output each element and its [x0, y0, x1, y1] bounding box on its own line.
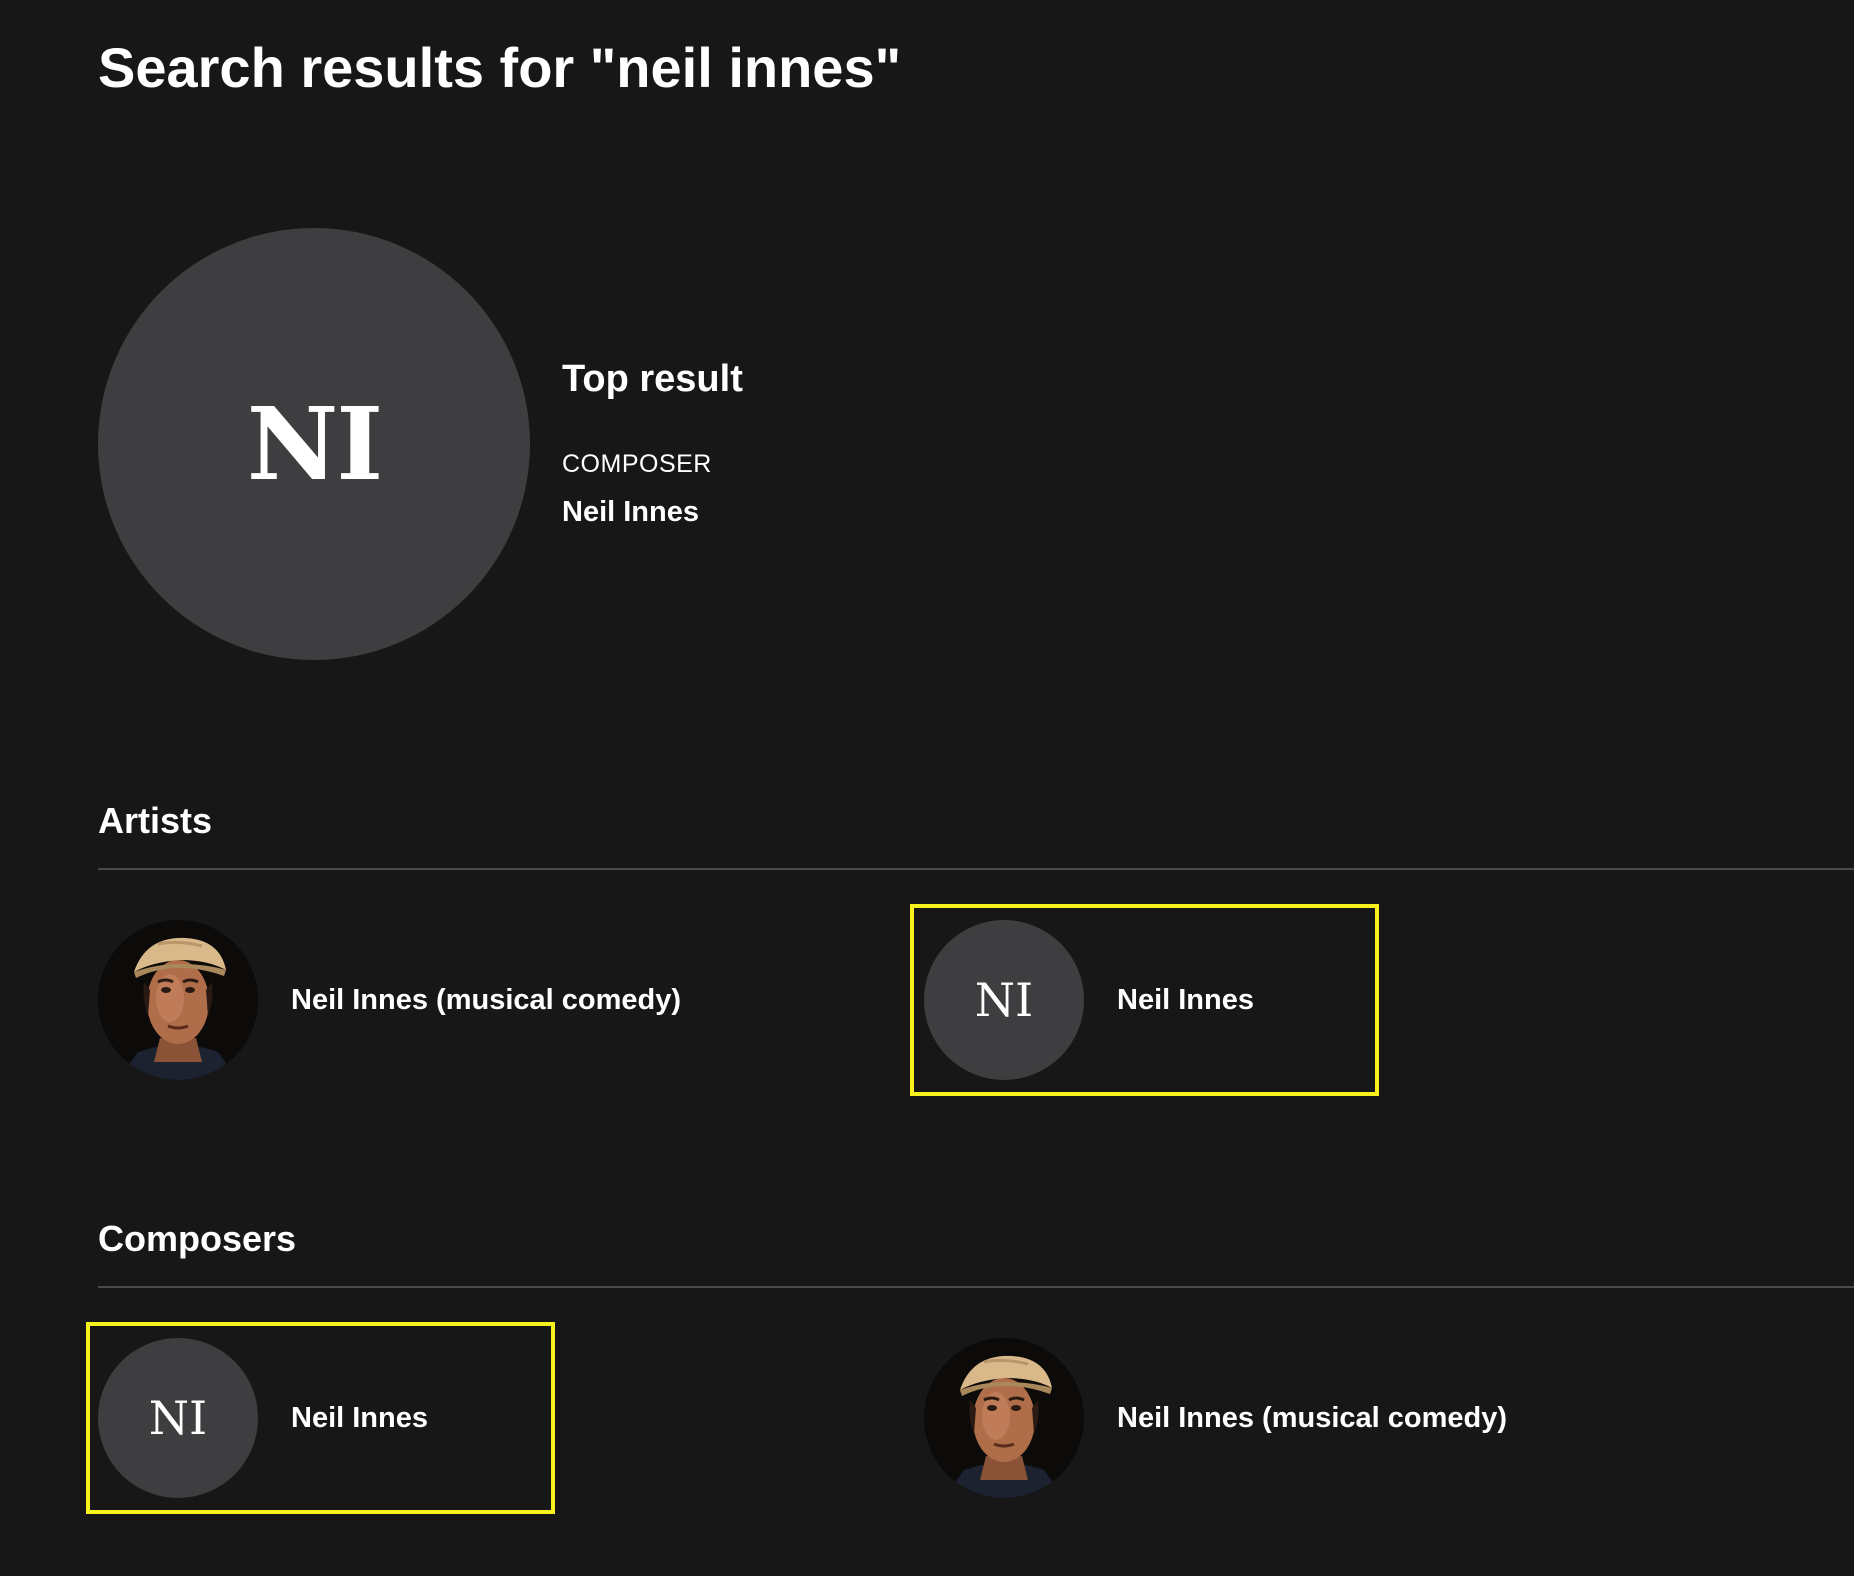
top-result-card[interactable]: NI Top result COMPOSER Neil Innes [98, 228, 998, 660]
artist-name: Neil Innes [1117, 983, 1254, 1016]
composer-name: Neil Innes (musical comedy) [1117, 1401, 1508, 1434]
composer-item-neil-innes-musical-comedy[interactable]: Neil Innes (musical comedy) [924, 1338, 1684, 1498]
composer-photo-avatar [924, 1338, 1084, 1498]
composers-divider [98, 1286, 1854, 1288]
search-results-page: Search results for "neil innes" NI Top r… [0, 0, 1854, 1576]
top-result-heading: Top result [562, 358, 743, 400]
artist-initials-avatar: NI [924, 920, 1084, 1080]
person-photo-icon [924, 1338, 1084, 1498]
top-result-type: COMPOSER [562, 450, 712, 478]
artist-name: Neil Innes (musical comedy) [291, 983, 682, 1016]
composer-item-neil-innes[interactable]: NI Neil Innes [98, 1338, 858, 1498]
page-title: Search results for "neil innes" [98, 36, 902, 99]
composers-section-title: Composers [98, 1218, 297, 1259]
artists-divider [98, 868, 1854, 870]
artist-item-neil-innes[interactable]: NI Neil Innes [924, 920, 1684, 1080]
artist-item-neil-innes-musical-comedy[interactable]: Neil Innes (musical comedy) [98, 920, 858, 1080]
top-result-name[interactable]: Neil Innes [562, 496, 699, 529]
artist-photo-avatar [98, 920, 258, 1080]
composer-name: Neil Innes [291, 1401, 428, 1434]
person-photo-icon [98, 920, 258, 1080]
top-result-avatar: NI [98, 228, 530, 660]
artists-section-title: Artists [98, 800, 213, 841]
composer-initials-avatar: NI [98, 1338, 258, 1498]
